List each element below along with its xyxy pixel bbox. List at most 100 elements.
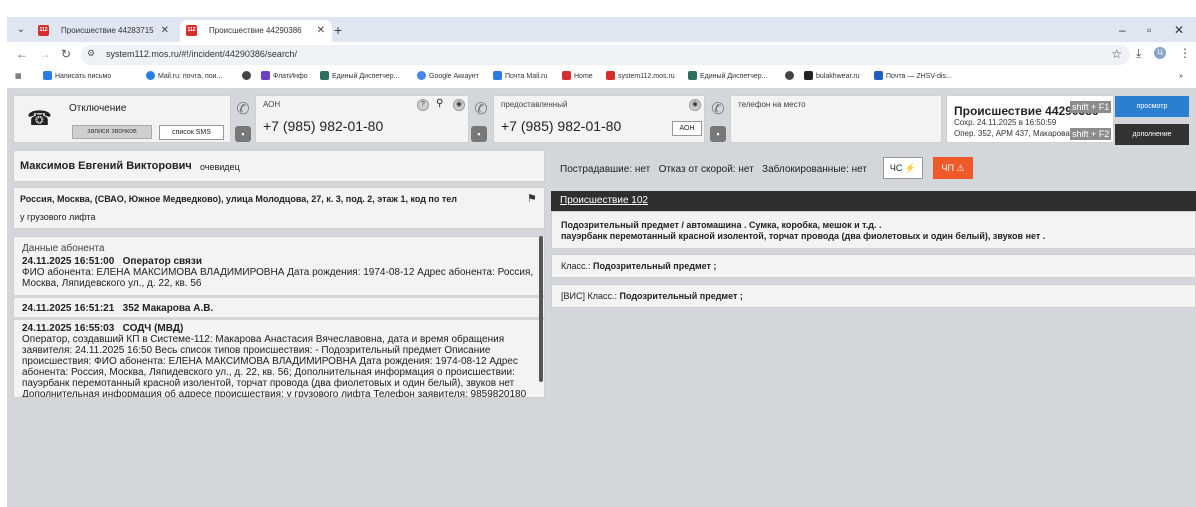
phone-icon[interactable]: ✆	[235, 102, 251, 118]
site-favicon-icon: 112	[186, 25, 197, 36]
class-value: Подозрительный предмет ;	[593, 261, 717, 271]
bookmark-dispatcher-1[interactable]: Единый Диспетчер...	[320, 71, 400, 83]
description-line: пауэрбанк перемотанный красной изолентой…	[561, 231, 1046, 241]
call-panel: ☎ Отключение записи звонков список SMS	[13, 95, 231, 143]
menu-kebab-icon[interactable]: ⋮	[1179, 46, 1191, 60]
bookmark-google-account[interactable]: Google Аккаунт	[417, 71, 479, 83]
chs-label: ЧС	[889, 163, 903, 173]
map-icon[interactable]: ⚑	[527, 192, 537, 205]
browser-tab-1[interactable]: 112 Происшествие 44283715 ✕	[32, 20, 176, 42]
dispatcher-icon	[688, 71, 697, 80]
warning-icon: ⚠	[956, 163, 965, 173]
bookmark-mail[interactable]: Почта Mail.ru	[493, 71, 547, 83]
bookmarks-overflow-icon[interactable]: »	[1179, 71, 1183, 83]
minimize-button[interactable]: –	[1119, 19, 1126, 41]
settings-icon[interactable]: ◉	[453, 99, 465, 111]
bulakhwear-icon	[804, 71, 813, 80]
ambulance-refusal-status: Отказ от скорой: нет	[658, 164, 754, 175]
download-icon[interactable]: ⤓	[1136, 46, 1141, 61]
sms-list-button[interactable]: список SMS	[159, 125, 224, 140]
call-records-button[interactable]: записи звонков	[72, 125, 152, 139]
caller-role: очевидец	[200, 162, 240, 172]
close-window-button[interactable]: ✕	[1174, 19, 1184, 41]
log-source: Оператор связи	[122, 256, 202, 267]
hangup-phone-icon[interactable]: ☎	[27, 109, 52, 129]
class-box: Класс.: Подозрительный предмет ;	[551, 254, 1196, 278]
divider	[14, 295, 544, 298]
subscriber-log[interactable]: Данные абонента 24.11.2025 16:51:00 Опер…	[13, 236, 545, 398]
browser-tab-2[interactable]: 112 Происшествие 44290386 ✕	[180, 20, 332, 42]
new-tab-button[interactable]: +	[334, 19, 342, 41]
log-text: Москва, Ляпидевского ул., д. 22, кв. 56	[22, 278, 202, 289]
bookmark-label: ФлатИнфо	[273, 73, 308, 80]
tab-search-chevron-icon[interactable]: ⌄	[15, 24, 27, 36]
addition-button[interactable]: дополнение	[1115, 124, 1189, 145]
blocked-status: Заблокированные: нет	[762, 164, 867, 175]
close-tab-icon[interactable]: ✕	[317, 20, 325, 42]
mailru-icon	[146, 71, 155, 80]
reload-icon[interactable]: ↻	[61, 46, 71, 62]
message-icon[interactable]: ▪	[471, 126, 487, 142]
caller-panel: Максимов Евгений Викторович очевидец	[13, 150, 545, 182]
provided-number: +7 (985) 982-01-80	[501, 118, 622, 134]
bookmark-system112[interactable]: system112.mos.ru	[606, 71, 675, 83]
avatar[interactable]: Ц	[1154, 47, 1166, 59]
incident-type-header[interactable]: Происшествие 102	[551, 191, 1196, 211]
site-favicon-icon: 112	[38, 25, 49, 36]
bookmark-dispatcher-2[interactable]: Единый Диспетчер...	[688, 71, 768, 83]
aon-source-button[interactable]: АОН	[672, 121, 702, 136]
close-tab-icon[interactable]: ✕	[161, 20, 169, 42]
log-entry-2: 24.11.2025 16:51:21 352 Макарова А.В.	[22, 303, 534, 314]
site-info-icon[interactable]: ⚙	[87, 48, 95, 59]
aon-panel: АОН ? ⚲ ◉ +7 (985) 982-01-80	[255, 95, 469, 143]
url-text: system112.mos.ru/#!/incident/44290386/se…	[106, 49, 297, 59]
restore-button[interactable]: ▫	[1147, 19, 1151, 41]
back-arrow-icon[interactable]: ←	[16, 46, 28, 62]
log-source: 352 Макарова А.В.	[122, 303, 214, 314]
bookmark-flatinfo[interactable]: ФлатИнфо	[261, 71, 308, 83]
chp-button[interactable]: ЧП ⚠	[933, 157, 973, 179]
mail-icon	[43, 71, 52, 80]
log-entry-1: 24.11.2025 16:51:00 Оператор связи	[22, 256, 534, 267]
injured-status: Пострадавшие: нет	[560, 164, 651, 175]
message-icon[interactable]: ▪	[710, 126, 726, 142]
vis-class-value: Подозрительный предмет ;	[619, 291, 743, 301]
phone-icon[interactable]: ✆	[710, 102, 726, 118]
caller-name: Максимов Евгений Викторович	[20, 160, 192, 172]
bookmark-home[interactable]: Home	[562, 71, 593, 83]
location-pin-icon[interactable]: ⚲	[436, 98, 443, 109]
bookmark-label: system112.mos.ru	[618, 73, 675, 80]
call-status: Отключение	[69, 103, 127, 114]
bookmark-bulakhwear[interactable]: bulakhwear.ru	[804, 71, 860, 83]
description-line: Подозрительный предмет / автомашина . Су…	[561, 220, 882, 230]
bookmark-label: Почта Mail.ru	[505, 73, 548, 80]
bookmark-globe[interactable]	[242, 71, 254, 83]
shortcut-hint-f1: shift + F1	[1070, 101, 1112, 113]
forward-arrow-icon[interactable]: →	[39, 46, 51, 62]
phone-icon[interactable]: ✆	[473, 102, 489, 118]
incident-description: Подозрительный предмет / автомашина . Су…	[551, 211, 1196, 249]
address-bar[interactable]: ⚙ system112.mos.ru/#!/incident/44290386/…	[81, 45, 1130, 65]
bookmark-mailru[interactable]: Mail.ru: почта, пои...	[146, 71, 222, 83]
bookmark-label: bulakhwear.ru	[816, 73, 860, 80]
bookmark-star-icon[interactable]: ☆	[1111, 47, 1122, 61]
view-button[interactable]: просмотр	[1115, 96, 1189, 117]
vis-class-label: [ВИС] Класс.:	[561, 291, 617, 301]
log-time: 24.11.2025 16:51:21	[22, 303, 115, 314]
apps-grid-icon[interactable]: ▦	[15, 71, 22, 83]
message-icon[interactable]: ▪	[235, 126, 251, 142]
chs-button[interactable]: ЧС ⚡	[883, 157, 923, 179]
bookmark-write-mail[interactable]: Написать письмо	[43, 71, 111, 83]
tab-title: Происшествие 44283715	[61, 26, 154, 35]
log-text: Оператор, создавший КП в Системе-112: Ма…	[22, 334, 505, 345]
log-scrollbar[interactable]	[539, 236, 543, 382]
settings-icon[interactable]: ◉	[689, 99, 701, 111]
log-text: Дополнительная информация об адресе прои…	[22, 389, 527, 398]
bookmark-outlook[interactable]: Почта — ZHSV-dis...	[874, 71, 952, 83]
incident-operator: Опер. 352, АРМ 437, Макарова А.В.	[954, 129, 1088, 138]
bookmark-globe-2[interactable]	[785, 71, 797, 83]
bookmark-label: Google Аккаунт	[429, 73, 479, 80]
incident-type-label: Происшествие 102	[560, 195, 648, 206]
class-label: Класс.:	[561, 261, 591, 271]
help-icon[interactable]: ?	[417, 99, 429, 111]
